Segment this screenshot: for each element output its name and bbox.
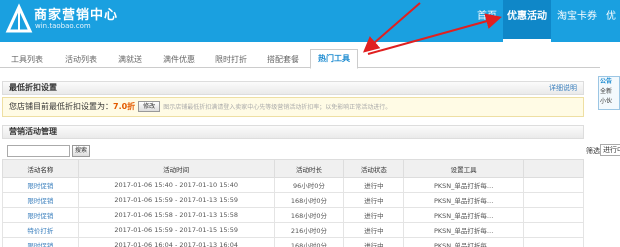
arrow-to-promotions: [367, 13, 502, 55]
arrow-to-hot-tools: [362, 2, 421, 53]
annotation-arrows: [362, 2, 502, 55]
